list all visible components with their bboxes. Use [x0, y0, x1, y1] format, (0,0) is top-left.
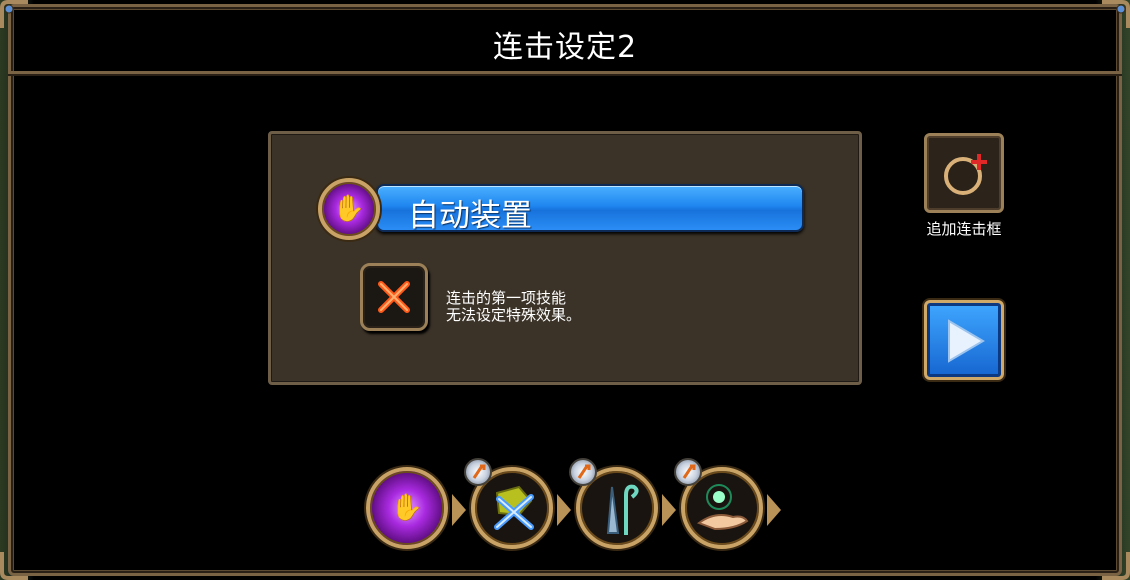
- chain-arrow-icon: [452, 494, 466, 526]
- selected-skill-name: 自动装置: [408, 198, 532, 234]
- chain-arrow-icon: [767, 494, 781, 526]
- skill-info-panel: [268, 131, 862, 385]
- ring-plus-icon: [944, 154, 987, 195]
- badge-icon: [569, 458, 597, 486]
- corner-ornament-icon: [0, 550, 30, 580]
- purple-hand-orb-icon[interactable]: ✋: [318, 178, 380, 240]
- notice-x-box: [360, 263, 428, 331]
- title-bar: 连击设定2: [8, 4, 1122, 74]
- chain-arrow-icon: [662, 494, 676, 526]
- play-arrow-icon: [948, 319, 985, 363]
- hand-icon: ✋: [390, 493, 424, 523]
- dialog-title: 连击设定2: [492, 30, 638, 65]
- add-combo-label: 追加连击框: [926, 220, 1002, 238]
- notice-line-2: 无法设定特殊效果。: [446, 306, 582, 324]
- red-x-icon: [378, 281, 410, 313]
- badge-icon: [674, 458, 702, 486]
- hand-icon: ✋: [332, 194, 366, 224]
- selected-skill-bar[interactable]: 自动装置: [376, 184, 804, 234]
- notice-line-1: 连击的第一项技能: [446, 289, 567, 307]
- corner-ornament-icon: [0, 0, 30, 30]
- notice-text: 连击的第一项技能 无法设定特殊效果。: [446, 290, 581, 324]
- corner-ornament-icon: [1100, 0, 1130, 30]
- badge-icon: [464, 458, 492, 486]
- add-combo-button[interactable]: [924, 133, 1004, 213]
- chain-slot-1[interactable]: ✋: [366, 467, 448, 549]
- corner-ornament-icon: [1100, 550, 1130, 580]
- chain-arrow-icon: [557, 494, 571, 526]
- next-button[interactable]: [924, 300, 1004, 380]
